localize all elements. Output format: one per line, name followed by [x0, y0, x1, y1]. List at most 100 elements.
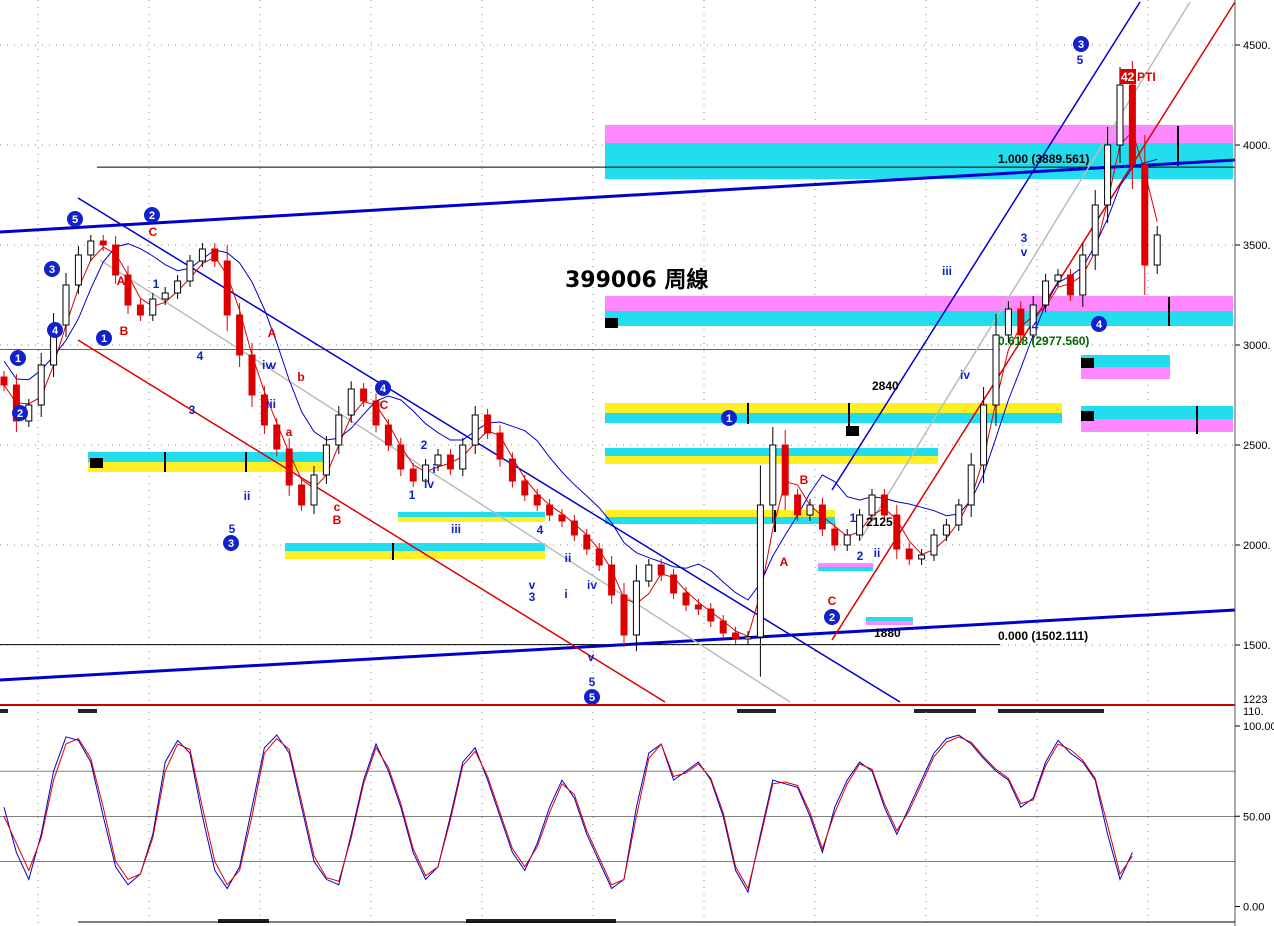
- zone-band: [1081, 419, 1233, 432]
- candle-body: [682, 592, 690, 606]
- wave-label: iii: [942, 264, 952, 278]
- candle-body: [942, 524, 950, 536]
- candle-body: [149, 298, 157, 316]
- zone-band: [605, 311, 1233, 326]
- current-price-label: 1223: [1243, 694, 1267, 706]
- zone-band: [605, 517, 835, 524]
- candle-body: [397, 444, 405, 470]
- y-tick-label: 3500.: [1243, 240, 1271, 252]
- wave-circle-label: 1: [15, 353, 21, 365]
- candle-body: [595, 548, 603, 566]
- zone-marker: [1081, 358, 1094, 368]
- wave-label: 2: [857, 549, 864, 563]
- candle-body: [434, 454, 442, 466]
- wave-label: 5: [1077, 53, 1084, 67]
- candle-body: [670, 574, 678, 594]
- candle-body: [74, 254, 82, 286]
- y-tick-label: 2000.: [1243, 540, 1271, 552]
- oscillator-y-axis: 100.00 50.00 0.00: [1235, 721, 1274, 914]
- wave-circle-label: 2: [17, 408, 23, 420]
- wave-circle-label: 4: [1096, 319, 1103, 331]
- wave-label: iii: [451, 522, 461, 536]
- oscillator-top-label: 110.: [1243, 706, 1264, 718]
- wave-label: ii: [244, 489, 251, 503]
- candle-body: [1066, 274, 1074, 296]
- candle-body: [868, 494, 876, 516]
- stoch-line: [3, 736, 1133, 890]
- zone-band: [605, 296, 1233, 311]
- wave-label: ii: [874, 546, 881, 560]
- zone-band: [818, 567, 873, 571]
- zone-band: [866, 617, 913, 621]
- candle-body: [124, 274, 132, 306]
- zone-band: [1081, 367, 1170, 379]
- chart-canvas: 5 2123413451234CAB A143iiiviiiv5bacBC2i1iv…: [0, 0, 1274, 926]
- wave-label: iii: [266, 397, 276, 411]
- wave-circle-label: 1: [726, 413, 732, 425]
- candle-body: [1128, 84, 1136, 166]
- price-panel-bg: [0, 0, 1235, 705]
- wave-label: 1: [409, 488, 416, 502]
- candle-body: [1153, 234, 1161, 266]
- wave-label: C: [149, 225, 158, 239]
- zone-band: [818, 563, 873, 567]
- candle-body: [694, 604, 702, 610]
- wave-label: 5: [229, 522, 236, 536]
- candle-body: [484, 414, 492, 434]
- wave-label: c: [334, 500, 341, 514]
- candle-body: [1054, 274, 1062, 282]
- price-y-axis: 4500. 4000. 3500. 3000. 2500. 2000. 1500.: [1235, 40, 1271, 652]
- candle-body: [583, 534, 591, 550]
- candle-body: [620, 594, 628, 636]
- candle-body: [62, 284, 70, 326]
- time-marker-bar: [0, 709, 8, 713]
- candle-body: [87, 240, 95, 256]
- candle-body: [980, 404, 988, 466]
- pti-badge-number: 42: [1121, 70, 1135, 84]
- wave-circle-label: 4: [52, 325, 59, 337]
- candle-body: [1104, 144, 1112, 206]
- candle-body: [186, 260, 194, 282]
- zone-band: [605, 125, 1233, 143]
- wave-circle-label: 4: [380, 383, 387, 395]
- candle-body: [335, 414, 343, 446]
- candle-body: [446, 454, 454, 470]
- wave-label: 4: [537, 523, 544, 537]
- candle-body: [322, 444, 330, 476]
- candle-body: [372, 400, 380, 426]
- candle-body: [533, 494, 541, 506]
- candle-body: [112, 244, 120, 276]
- wave-label: 3: [529, 590, 536, 604]
- candle-body: [632, 580, 640, 636]
- candle-body: [310, 474, 318, 506]
- candle-body: [880, 494, 888, 516]
- wave-label: 1: [153, 277, 160, 291]
- candle-body: [967, 464, 975, 506]
- candle-body: [273, 424, 281, 450]
- candle-body: [570, 520, 578, 536]
- wave-label: 3: [189, 403, 196, 417]
- candle-body: [744, 636, 752, 640]
- candle-body: [211, 248, 219, 262]
- candle-body: [471, 414, 479, 446]
- candle-body: [99, 240, 107, 246]
- wave-label: B: [333, 513, 342, 527]
- candle-body: [1004, 308, 1012, 336]
- candle-body: [608, 564, 616, 596]
- candle-body: [707, 608, 715, 622]
- candle-body: [174, 280, 182, 294]
- zone-band: [398, 512, 545, 517]
- y-tick-label: 4000.: [1243, 140, 1271, 152]
- fib-label-0: 0.000 (1502.111): [998, 629, 1088, 643]
- wave-label: iv: [587, 578, 597, 592]
- candle-body: [508, 458, 516, 482]
- wave-label: v: [1021, 245, 1028, 259]
- wave-circle-label: 3: [49, 264, 55, 276]
- wave-circle-label: 2: [149, 210, 155, 222]
- candle-body: [756, 504, 764, 638]
- wave-label: i: [432, 462, 435, 476]
- zone-band: [866, 621, 913, 625]
- candle-body: [893, 514, 901, 550]
- wave-circle-label: 3: [228, 538, 234, 550]
- wave-label: A: [780, 555, 789, 569]
